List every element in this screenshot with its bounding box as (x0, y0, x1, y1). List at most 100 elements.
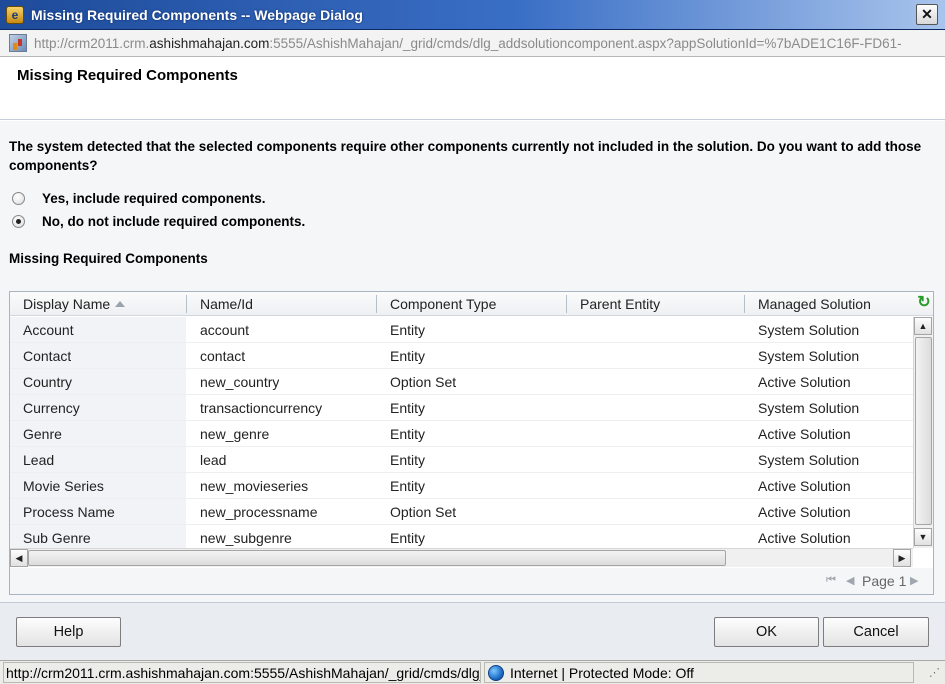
cell-managed-solution: Active Solution (758, 478, 851, 494)
cell-name-id: new_processname (200, 504, 318, 520)
section-label: Missing Required Components (9, 251, 208, 266)
dialog-content: The system detected that the selected co… (0, 121, 945, 602)
cell-name-id: transactioncurrency (200, 400, 323, 416)
refresh-icon[interactable]: ↻ (916, 295, 932, 311)
status-url: http://crm2011.crm.ashishmahajan.com:555… (3, 662, 481, 683)
security-zone-label: Internet | Protected Mode: Off (510, 664, 694, 681)
cell-managed-solution: System Solution (758, 322, 860, 338)
table-row[interactable]: Contact contact Entity System Solution (10, 343, 913, 369)
page-label: Page 1 (862, 573, 907, 589)
column-divider[interactable] (186, 295, 187, 313)
column-header-parent-entity[interactable]: Parent Entity (580, 292, 660, 316)
table-row[interactable]: Lead lead Entity System Solution (10, 447, 913, 473)
radio-include[interactable] (12, 192, 25, 205)
first-page-icon[interactable]: ⏮ (826, 574, 836, 587)
sort-ascending-icon (115, 301, 126, 307)
cell-managed-solution: Active Solution (758, 504, 851, 520)
cell-managed-solution: System Solution (758, 400, 860, 416)
cell-component-type: Entity (390, 530, 426, 546)
cell-display-name: Movie Series (23, 478, 104, 494)
grid-pager: ⏮ ◀ Page 1 ▶ (10, 568, 933, 594)
vertical-scrollbar[interactable]: ▲ ▼ (913, 317, 933, 548)
horizontal-scrollbar[interactable]: ◀ ▶ (10, 548, 913, 567)
column-divider[interactable] (744, 295, 745, 313)
window-title: Missing Required Components -- Webpage D… (31, 6, 363, 23)
dialog-footer: Help OK Cancel (0, 602, 945, 660)
cell-name-id: account (200, 322, 250, 338)
cell-managed-solution: Active Solution (758, 530, 851, 546)
scroll-left-button[interactable]: ◀ (10, 549, 28, 567)
cell-managed-solution: Active Solution (758, 426, 851, 442)
grid-header: Display Name Name/Id Component Type Pare… (10, 292, 933, 316)
help-button[interactable]: Help (16, 617, 121, 647)
option-exclude-label: No, do not include required components. (42, 214, 306, 229)
table-row[interactable]: Process Name new_processname Option Set Act… (10, 499, 913, 525)
previous-page-icon[interactable]: ◀ (846, 574, 854, 587)
cell-managed-solution: System Solution (758, 348, 860, 364)
cell-name-id: new_genre (200, 426, 270, 442)
scroll-right-button[interactable]: ▶ (893, 549, 911, 567)
cell-component-type: Entity (390, 478, 426, 494)
dialog-title: Missing Required Components (17, 67, 238, 84)
address-url: http://crm2011.crm.ashishmahajan.com:555… (34, 35, 902, 51)
close-button[interactable]: ✕ (916, 4, 938, 25)
cell-managed-solution: System Solution (758, 452, 860, 468)
cell-display-name: Process Name (23, 504, 115, 520)
cell-component-type: Option Set (390, 374, 457, 390)
option-include-label: Yes, include required components. (42, 191, 266, 206)
status-bar: http://crm2011.crm.ashishmahajan.com:555… (0, 660, 945, 684)
option-include[interactable]: Yes, include required components. (12, 191, 266, 206)
next-page-icon[interactable]: ▶ (910, 574, 918, 587)
scroll-up-button[interactable]: ▲ (914, 317, 932, 335)
grid-body: Account account Entity System Solution Conta… (10, 317, 913, 548)
cell-display-name: Lead (23, 452, 55, 468)
horizontal-scroll-thumb[interactable] (28, 550, 726, 566)
address-bar: http://crm2011.crm.ashishmahajan.com:555… (0, 30, 945, 57)
cell-display-name: Contact (23, 348, 72, 364)
cell-display-name: Genre (23, 426, 62, 442)
components-grid: Display Name Name/Id Component Type Pare… (9, 291, 934, 595)
cell-managed-solution: Active Solution (758, 374, 851, 390)
cell-name-id: new_subgenre (200, 530, 292, 546)
cell-component-type: Option Set (390, 504, 457, 520)
dialog-message: The system detected that the selected co… (9, 139, 922, 173)
column-header-display-name[interactable]: Display Name (23, 292, 126, 316)
cancel-button[interactable]: Cancel (823, 617, 929, 647)
cell-name-id: new_country (200, 374, 280, 390)
table-row[interactable]: Movie Series new_movieseries Entity Active … (10, 473, 913, 499)
cell-name-id: contact (200, 348, 246, 364)
cell-display-name: Sub Genre (23, 530, 91, 546)
column-header-managed-solution[interactable]: Managed Solution (758, 292, 871, 316)
option-exclude[interactable]: No, do not include required components. (12, 214, 305, 229)
cell-display-name: Account (23, 322, 74, 338)
cell-display-name: Country (23, 374, 73, 390)
column-header-component-type[interactable]: Component Type (390, 292, 496, 316)
cell-display-name: Currency (23, 400, 80, 416)
scroll-down-button[interactable]: ▼ (914, 528, 932, 546)
crm-page-icon (9, 34, 27, 52)
cell-component-type: Entity (390, 322, 426, 338)
cell-component-type: Entity (390, 452, 426, 468)
cell-component-type: Entity (390, 426, 426, 442)
dialog-header: Missing Required Components (0, 58, 945, 120)
table-row[interactable]: Account account Entity System Solution (10, 317, 913, 343)
column-divider[interactable] (376, 295, 377, 313)
column-divider[interactable] (566, 295, 567, 313)
security-zone[interactable]: Internet | Protected Mode: Off (484, 662, 914, 683)
table-row[interactable]: Sub Genre new_subgenre Entity Active Soluti… (10, 525, 913, 548)
table-row[interactable]: Currency transactioncurrency Entity System … (10, 395, 913, 421)
table-row[interactable]: Genre new_genre Entity Active Solution (10, 421, 913, 447)
column-header-name-id[interactable]: Name/Id (200, 292, 253, 316)
globe-icon (488, 664, 504, 681)
ok-button[interactable]: OK (714, 617, 819, 647)
ie-app-icon: e (6, 5, 24, 24)
table-row[interactable]: Country new_country Option Set Active Solut… (10, 369, 913, 395)
window-titlebar: e Missing Required Components -- Webpage… (0, 0, 945, 30)
cell-component-type: Entity (390, 400, 426, 416)
vertical-scroll-thumb[interactable] (915, 337, 932, 525)
resize-grip-icon[interactable]: ⋰ (929, 666, 943, 680)
cell-name-id: lead (200, 452, 227, 468)
cell-name-id: new_movieseries (200, 478, 309, 494)
radio-exclude[interactable] (12, 215, 25, 228)
cell-component-type: Entity (390, 348, 426, 364)
